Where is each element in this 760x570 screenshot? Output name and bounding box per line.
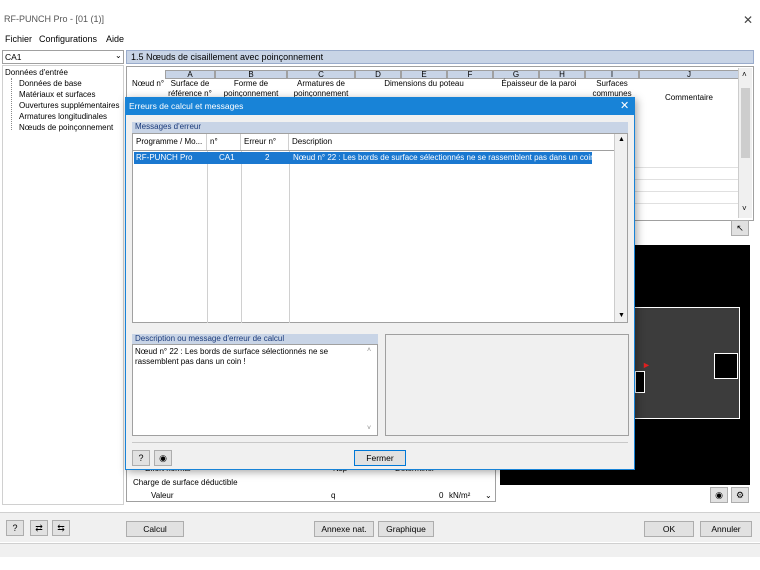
row-program: RF-PUNCH Pro [136,153,193,162]
messages-header: Messages d'erreur [132,122,628,133]
col-letter-a: A [165,70,215,79]
col-header-wall-thickness: Épaisseur de la paroi [501,79,577,88]
case-select[interactable]: CA1 ⌄ [2,50,124,64]
close-button[interactable]: Fermer [354,450,406,466]
menu-bar: Fichier Configurations Aide [0,31,760,47]
view-settings-icon[interactable]: ⚙ [731,487,749,503]
tree-item-materials[interactable]: Matériaux et surfaces [19,90,95,99]
dialog-close-icon[interactable]: ✕ [620,99,629,112]
scroll-up-icon[interactable]: ▲ [618,136,625,143]
col-header-shape: Forme de poinçonnement [223,79,279,98]
menu-configurations[interactable]: Configurations [39,34,97,44]
value-symbol: q [331,491,336,500]
view-eye-icon[interactable]: ◉ [154,450,172,466]
deductible-load-label[interactable]: Charge de surface déductible [133,478,238,487]
col-letter-g: G [493,70,539,79]
col-header-common-surfaces: Surfaces communes [592,79,632,98]
scroll-up-icon[interactable]: ˄ [742,70,747,79]
value-label: Valeur [151,491,174,500]
description-text: Nœud n° 22 : Les bords de surface sélect… [135,347,329,366]
graphic-button[interactable]: Graphique [378,521,434,537]
menu-file[interactable]: Fichier [5,34,32,44]
col-letter-e: E [401,70,447,79]
calculate-button[interactable]: Calcul [126,521,184,537]
dialog-title-bar: Erreurs de calcul et messages ✕ [126,98,634,115]
value-input[interactable]: 0 [439,491,443,500]
col-header-reinforcement: Armatures de poinçonnement [293,79,349,98]
scroll-down-icon[interactable]: ▼ [618,312,625,319]
col-letter-j: J [639,70,739,79]
view-eye-icon[interactable]: ◉ [710,487,728,503]
tree-item-base[interactable]: Données de base [19,79,82,88]
scroll-thumb[interactable] [741,88,750,158]
ok-button[interactable]: OK [644,521,694,537]
title-bar: RF-PUNCH Pro - [01 (1)] ✕ [0,0,760,30]
opening-shape [714,353,738,379]
scroll-down-icon[interactable]: ˅ [742,204,747,213]
import-icon[interactable]: ⇄ [30,520,48,536]
tree-item-punching-nodes[interactable]: Nœuds de poinçonnement [19,123,113,132]
col-header-node: Nœud n° [131,79,165,88]
row-no: CA1 [219,153,235,162]
window-title: RF-PUNCH Pro - [01 (1)] [4,14,105,24]
dialog-title: Erreurs de calcul et messages [129,101,244,111]
cancel-button[interactable]: Annuler [700,521,752,537]
navigator-tree: Données d'entrée Données de base Matéria… [2,65,124,505]
tree-root[interactable]: Données d'entrée [5,68,68,77]
scroll-down-icon[interactable]: ˅ [367,425,371,432]
grid-scrollbar[interactable]: ˄ ˅ [738,68,752,218]
pick-node-icon[interactable]: ↖ [731,220,749,236]
col-header-comment: Commentaire [664,93,713,102]
messages-list: Programme / Mo... n° Erreur n° Descripti… [132,133,628,323]
col-letter-h: H [539,70,585,79]
tree-item-openings[interactable]: Ouvertures supplémentaires [19,101,120,110]
value-unit: kN/m² [449,491,471,500]
col-letter-b: B [215,70,287,79]
chevron-down-icon[interactable]: ⌄ [485,491,492,500]
section-title: 1.5 Nœuds de cisaillement avec poinçonne… [131,52,324,62]
help-icon[interactable]: ? [132,450,150,466]
scroll-up-icon[interactable]: ˄ [367,347,371,354]
node-marker-icon: ► [642,360,651,370]
col-letter-f: F [447,70,493,79]
window-close-icon[interactable]: ✕ [743,13,753,27]
bottom-toolbar: ? ⇄ ⇆ Calcul Annexe nat. Graphique OK An… [0,512,760,542]
column-shape [635,371,645,393]
national-annex-button[interactable]: Annexe nat. [314,521,374,537]
col-header-surface: Surface de référence n° [168,79,212,98]
col-desc-header[interactable]: Description [289,134,614,150]
status-bar [0,543,760,557]
message-row[interactable]: RF-PUNCH Pro CA1 2 Nœud n° 22 : Les bord… [134,152,599,164]
tree-item-reinforcement[interactable]: Armatures longitudinales [19,112,107,121]
section-header: 1.5 Nœuds de cisaillement avec poinçonne… [126,50,754,64]
description-text-box[interactable]: Nœud n° 22 : Les bords de surface sélect… [132,344,378,436]
export-icon[interactable]: ⇆ [52,520,70,536]
menu-help[interactable]: Aide [106,34,124,44]
row-error: 2 [265,153,270,162]
col-letter-c: C [287,70,355,79]
col-program-header[interactable]: Programme / Mo... [133,134,207,150]
list-scrollbar[interactable]: ▲ ▼ [614,134,627,322]
case-select-value: CA1 [5,52,22,62]
col-no-header[interactable]: n° [207,134,241,150]
chevron-down-icon[interactable]: ⌄ [115,51,122,60]
col-header-column-dims: Dimensions du poteau [384,79,464,88]
col-letter-d: D [355,70,401,79]
detail-panel [385,334,629,436]
col-letter-i: I [585,70,639,79]
error-dialog: Erreurs de calcul et messages ✕ Messages… [125,97,635,470]
row-description: Nœud n° 22 : Les bords de surface sélect… [293,153,600,162]
help-icon[interactable]: ? [6,520,24,536]
col-error-header[interactable]: Erreur n° [241,134,289,150]
